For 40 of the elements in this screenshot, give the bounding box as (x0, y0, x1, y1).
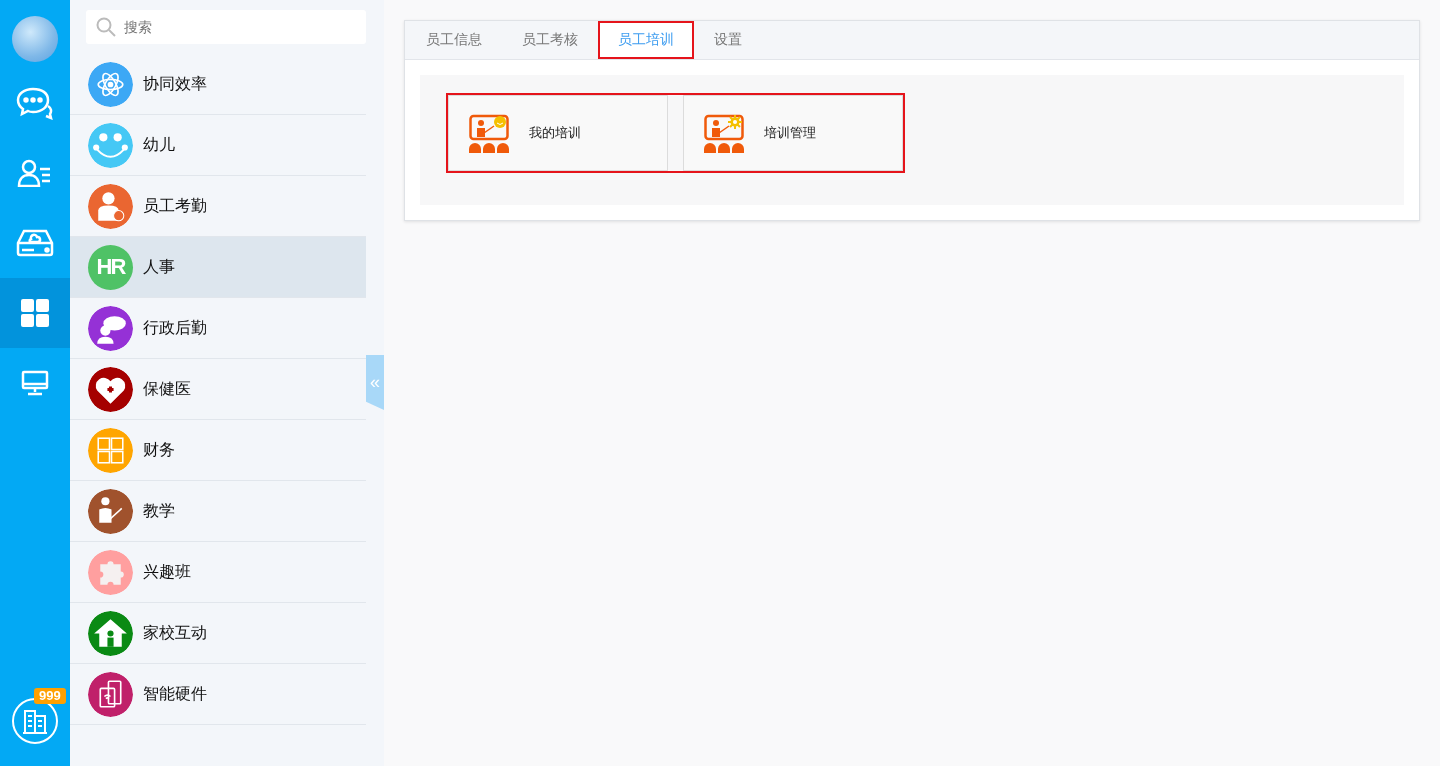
search-icon (96, 17, 116, 37)
module-item[interactable]: 幼儿 (70, 115, 366, 176)
module-item[interactable]: 行政后勤 (70, 298, 366, 359)
tab[interactable]: 设置 (694, 21, 762, 59)
module-label: 家校互动 (143, 622, 207, 643)
avatar[interactable] (12, 16, 58, 62)
module-item[interactable]: 财务 (70, 420, 366, 481)
module-label: 人事 (143, 256, 175, 277)
module-label: 保健医 (143, 378, 191, 399)
module-label: 兴趣班 (143, 561, 191, 582)
trainer-gear-icon (704, 113, 744, 153)
monitor-icon (21, 370, 49, 396)
training-tile[interactable]: 我的培训 (448, 95, 668, 171)
trainer-smiley-icon (469, 113, 509, 153)
contacts-icon (17, 159, 53, 187)
grid-icon (21, 299, 49, 327)
module-item[interactable]: 家校互动 (70, 603, 366, 664)
module-item[interactable]: 教学 (70, 481, 366, 542)
count-badge: 999 (34, 688, 66, 704)
chat-bubbles-icon (16, 86, 54, 120)
module-label: 财务 (143, 439, 175, 460)
module-item[interactable]: 保健医 (70, 359, 366, 420)
search-field[interactable]: 搜索 (86, 10, 366, 44)
icon-letters: HR (96, 254, 125, 280)
module-item[interactable]: 兴趣班 (70, 542, 366, 603)
training-tile[interactable]: 培训管理 (683, 95, 903, 171)
rail-button[interactable] (0, 278, 70, 348)
module-item[interactable]: 协同效率 (70, 54, 366, 115)
module-item[interactable]: HR 人事 (70, 237, 366, 298)
module-label: 行政后勤 (143, 317, 207, 338)
module-label: 协同效率 (143, 73, 207, 94)
cloud-drive-icon (16, 229, 54, 257)
module-label: 教学 (143, 500, 175, 521)
module-label: 幼儿 (143, 134, 175, 155)
tab[interactable]: 员工考核 (502, 21, 598, 59)
building-icon (22, 708, 48, 734)
module-item[interactable]: 智能硬件 (70, 664, 366, 725)
module-label: 智能硬件 (143, 683, 207, 704)
tab[interactable]: 员工信息 (406, 21, 502, 59)
module-label: 员工考勤 (143, 195, 207, 216)
